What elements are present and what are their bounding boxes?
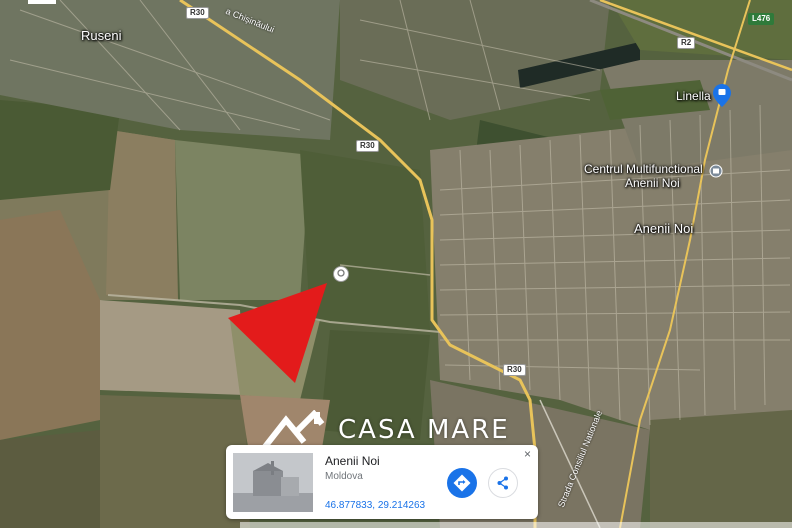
place-label-linella: Linella	[676, 89, 711, 103]
road-shield-r30-top: R30	[186, 7, 209, 19]
place-label-anenii-noi: Anenii Noi	[634, 221, 694, 236]
road-shield-r30-mid: R30	[356, 140, 379, 152]
share-button[interactable]	[488, 468, 518, 498]
place-country: Moldova	[325, 471, 363, 482]
road-shield-r2: R2	[677, 37, 696, 49]
directions-button[interactable]	[447, 468, 477, 498]
place-coordinates-link[interactable]: 46.877833, 29.214263	[325, 500, 425, 511]
place-label-anenii-noi-small: Anenii Noi	[625, 176, 680, 190]
location-pin-icon	[333, 266, 349, 282]
share-icon	[497, 476, 508, 490]
place-label-ruseni: Ruseni	[81, 28, 122, 43]
brand-logo: CASA MARE	[262, 410, 510, 450]
place-label-centrul-multifunctional: Centrul Multifunctional	[584, 162, 703, 176]
place-info-card[interactable]: Anenii Noi Moldova 46.877833, 29.214263 …	[226, 445, 538, 519]
road-shield-r30-bottom: R30	[503, 364, 526, 376]
place-title: Anenii Noi	[325, 454, 380, 468]
road-shield-l476: L476	[748, 13, 775, 25]
brand-name: CASA MARE	[338, 415, 510, 445]
map-attribution-bar	[240, 522, 792, 528]
house-logo-icon	[262, 410, 325, 450]
directions-icon	[453, 474, 471, 492]
close-icon[interactable]: ×	[524, 448, 534, 460]
place-thumbnail[interactable]	[233, 453, 313, 512]
building-pin-icon	[709, 164, 723, 178]
